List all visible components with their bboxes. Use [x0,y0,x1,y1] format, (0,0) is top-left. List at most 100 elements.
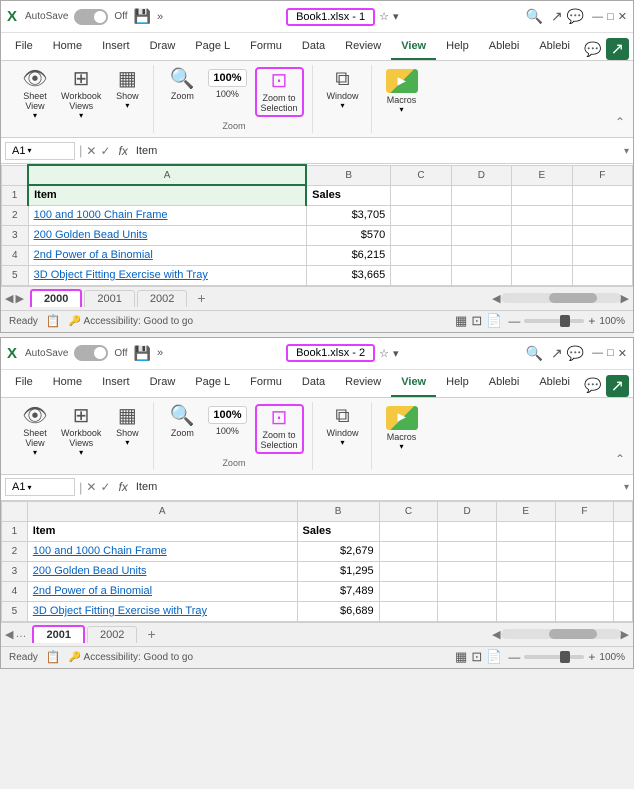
cell-f1[interactable] [572,185,632,205]
cell-2-e3[interactable] [496,561,555,581]
tab-ablebi-1-2[interactable]: Ablebi [479,370,530,397]
zoom-100-button[interactable]: 100% 100% [204,67,250,101]
cell-2-a1[interactable]: Item [27,521,297,541]
cell-c1[interactable] [391,185,451,205]
zoom-percentage-1[interactable]: 100% [599,316,625,327]
ribbon-collapse-btn[interactable]: ⌃ [615,115,625,133]
cell-2-b2[interactable]: $2,679 [297,541,379,561]
confirm-formula-icon[interactable]: ✓ [100,144,110,158]
cell-b1[interactable]: Sales [306,185,391,205]
cell-2-c5[interactable] [379,601,438,621]
autosave-toggle-2[interactable] [74,345,108,361]
tab-review[interactable]: Review [335,33,391,60]
more-commands-icon[interactable]: » [157,11,163,23]
cell-2-b4[interactable]: $7,489 [297,581,379,601]
ribbon-collapse-btn-2[interactable]: ⌃ [615,452,625,470]
zoom-button[interactable]: 🔍 Zoom [164,67,200,103]
sheet-tab-2000[interactable]: 2000 [30,289,82,307]
tab-ablebi-2[interactable]: Ablebi [529,33,580,60]
tab-ablebi-1[interactable]: Ablebi [479,33,530,60]
cell-b4[interactable]: $6,215 [306,245,391,265]
cell-d4[interactable] [451,245,511,265]
zoom-plus-btn[interactable]: + [588,314,595,328]
scroll-left-btn[interactable]: ◀ [492,292,500,305]
col-a-header-2[interactable]: A [27,501,297,521]
cell-2-f4[interactable] [555,581,614,601]
cell-2-f3[interactable] [555,561,614,581]
zoom-track-2[interactable] [524,655,584,659]
cell-d5[interactable] [451,265,511,285]
cell-2-e5[interactable] [496,601,555,621]
tab-next-icon[interactable]: ▶ [15,292,23,305]
tab-page-layout[interactable]: Page L [185,33,240,60]
horizontal-scrollbar[interactable] [501,293,621,303]
workbook-views-button[interactable]: ⊞ WorkbookViews ▾ [57,67,105,122]
cell-2-f1[interactable] [555,521,614,541]
cell-2-b3[interactable]: $1,295 [297,561,379,581]
horizontal-scrollbar-2[interactable] [501,629,621,639]
scroll-right-btn-2[interactable]: ▶ [621,628,629,641]
cell-2-d5[interactable] [438,601,497,621]
cell-2-d1[interactable] [438,521,497,541]
title-arrow-icon-2[interactable]: ▾ [393,347,399,360]
col-f-header[interactable]: F [572,165,632,185]
tab-home[interactable]: Home [43,33,92,60]
tab-file-2[interactable]: File [5,370,43,397]
cell-2-d4[interactable] [438,581,497,601]
save-icon-2[interactable]: 💾 [134,345,151,362]
page-break-view-icon[interactable]: ⊡ [471,313,482,329]
cell-a3[interactable]: 200 Golden Bead Units [28,225,306,245]
cell-a1[interactable]: Item [28,185,306,205]
tab-view-2[interactable]: View [391,370,436,397]
tab-view[interactable]: View [391,33,436,60]
normal-view-icon[interactable]: ▦ [455,313,467,329]
ribbon-share-icon[interactable]: ↗ [606,38,629,60]
tab-back-icon[interactable]: ◀ [5,628,13,641]
cell-c3[interactable] [391,225,451,245]
comments-icon[interactable]: 💬 [567,8,584,25]
show-button[interactable]: ▦ Show ▾ [109,67,145,112]
tab-formulas-2[interactable]: Formu [240,370,292,397]
col-b-header[interactable]: B [306,165,391,185]
cancel-formula-icon[interactable]: ✕ [86,144,96,158]
cell-2-g2[interactable] [614,541,633,561]
zoom-minus-btn[interactable]: — [508,314,520,328]
sheet-tab-2001[interactable]: 2001 [84,290,134,307]
close-btn[interactable]: ✕ [618,10,627,23]
tab-file[interactable]: File [5,33,43,60]
ribbon-chat-icon-2[interactable]: 💬 [584,377,601,394]
tab-home-2[interactable]: Home [43,370,92,397]
cell-f2[interactable] [572,205,632,225]
cell-f5[interactable] [572,265,632,285]
ribbon-chat-icon[interactable]: 💬 [584,41,601,58]
share-icon[interactable]: ↗ [551,8,563,25]
cell-2-g1[interactable] [614,521,633,541]
col-c-header-2[interactable]: C [379,501,438,521]
tab-prev-icon[interactable]: ◀ [5,292,13,305]
cell-a2[interactable]: 100 and 1000 Chain Frame [28,205,306,225]
tab-insert-2[interactable]: Insert [92,370,140,397]
tab-data[interactable]: Data [292,33,335,60]
tab-draw-2[interactable]: Draw [140,370,186,397]
cell-f4[interactable] [572,245,632,265]
cell-2-c3[interactable] [379,561,438,581]
maximize-btn[interactable]: □ [607,11,614,23]
scroll-right-btn[interactable]: ▶ [621,292,629,305]
cell-e4[interactable] [512,245,572,265]
close-btn-2[interactable]: ✕ [618,347,627,360]
zoom-to-selection-button-2[interactable]: ⊡ Zoom toSelection [255,404,304,454]
share-icon-2[interactable]: ↗ [551,345,563,362]
cell-c4[interactable] [391,245,451,265]
tab-ellipsis[interactable]: … [15,628,26,641]
cell-2-a2[interactable]: 100 and 1000 Chain Frame [27,541,297,561]
cell-2-c4[interactable] [379,581,438,601]
sheet-view-button[interactable]: 👁 SheetView ▾ [17,67,53,122]
cell-e3[interactable] [512,225,572,245]
show-button-2[interactable]: ▦ Show ▾ [109,404,145,449]
cell-d2[interactable] [451,205,511,225]
cell-d1[interactable] [451,185,511,205]
cell-2-f2[interactable] [555,541,614,561]
cell-e1[interactable] [512,185,572,205]
col-f-header-2[interactable]: F [555,501,614,521]
cell-2-g4[interactable] [614,581,633,601]
